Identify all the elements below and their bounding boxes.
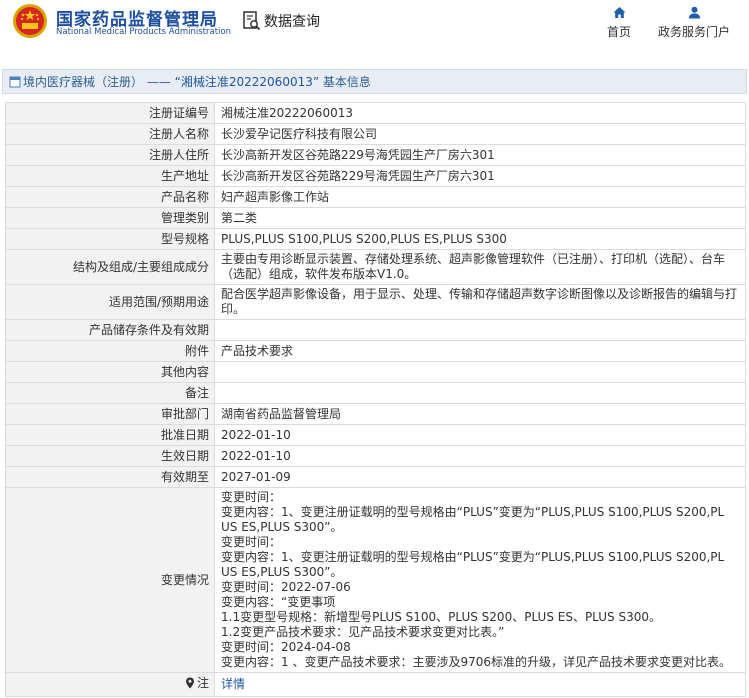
row-key: 注册证编号 [5,102,215,124]
row-key: 管理类别 [5,207,215,229]
map-pin-icon [185,677,194,689]
data-query-label: 数据查询 [264,14,320,30]
table-row: 结构及组成/主要组成成分 主要由专用诊断显示装置、存储处理系统、超声影像管理软件（… [5,249,746,285]
row-value: 配合医学超声影像设备，用于显示、处理、传输和存储超声数字诊断图像以及诊断报告的编… [214,284,746,320]
title-category: 境内医疗器械（注册） [23,75,144,89]
title-separator: —— [143,75,175,89]
row-value: 长沙爱孕记医疗科技有限公司 [214,123,746,145]
record-title-bar: 境内医疗器械（注册） —— “湘械注准20222060013” 基本信息 [2,69,747,94]
row-key: 有效期至 [5,466,215,488]
table-row: 管理类别 第二类 [5,207,746,229]
row-value: 湖南省药品监督管理局 [214,403,746,425]
row-key: 变更情况 [5,487,215,673]
row-value: 主要由专用诊断显示装置、存储处理系统、超声影像管理软件（已注册）、打印机（选配）… [214,249,746,285]
row-key: 注册人名称 [5,123,215,145]
page-icon [9,76,21,87]
national-emblem-icon [13,4,47,38]
table-row: 审批部门 湖南省药品监督管理局 [5,403,746,425]
change-line: 变更时间： [221,535,282,549]
table-row: 批准日期 2022-01-10 [5,424,746,446]
data-query-link[interactable]: 数据查询 [243,10,320,32]
site-header: 国家药品监督管理局 National Medical Products Admi… [0,0,749,54]
table-row: 有效期至 2027-01-09 [5,466,746,488]
change-history: 变更时间： 变更内容：1、变更注册证载明的型号规格由“PLUS”变更为“PLUS… [214,487,746,673]
nav-service-portal-label: 政务服务门户 [657,25,730,39]
row-key-note: 注 [5,672,215,697]
device-detail-table: 注册证编号 湘械注准20222060013 注册人名称 长沙爱孕记医疗科技有限公司 … [5,102,746,697]
row-value: 湘械注准20222060013 [214,102,746,124]
row-key: 结构及组成/主要组成成分 [5,249,215,285]
row-key: 产品储存条件及有效期 [5,319,215,341]
table-row: 备注 [5,382,746,404]
nav-home[interactable]: 首页 [603,6,635,40]
title-reg-number: “湘械注准20222060013” [174,75,320,89]
row-value [214,319,746,341]
row-key: 注册人住所 [5,144,215,166]
table-row: 产品储存条件及有效期 [5,319,746,341]
change-line: 1.2变更产品技术要求：见产品技术要求变更对比表。” [221,625,505,639]
table-row: 注册人住所 长沙高新开发区谷苑路229号海凭园生产厂房六301 [5,144,746,166]
row-value: 长沙高新开发区谷苑路229号海凭园生产厂房六301 [214,144,746,166]
table-row: 型号规格 PLUS,PLUS S100,PLUS S200,PLUS ES,PLU… [5,228,746,250]
site-logo-subtitle: National Medical Products Administration [56,27,231,37]
row-key: 生效日期 [5,445,215,467]
row-value [214,361,746,383]
table-row-note: 注 详情 [5,672,746,697]
note-key: 注 [185,676,209,691]
change-line: 变更时间： [221,490,282,504]
row-value: 产品技术要求 [214,340,746,362]
row-key: 附件 [5,340,215,362]
row-value: 2027-01-09 [214,466,746,488]
change-line: 变更内容：1 、变更产品技术要求：主要涉及9706标准的升级，详见产品技术要求变… [221,655,731,669]
row-value: 2022-01-10 [214,445,746,467]
note-key-label: 注 [196,675,209,690]
row-value: 第二类 [214,207,746,229]
row-value: 2022-01-10 [214,424,746,446]
change-line: 变更时间：2022-07-06 [221,580,351,594]
change-line: 变更内容：“变更事项 [221,595,336,609]
change-line: US ES,PLUS S300”。 [221,565,343,579]
home-icon [613,7,625,18]
row-key: 生产地址 [5,165,215,187]
row-key: 产品名称 [5,186,215,208]
user-icon [688,6,700,19]
table-row: 注册证编号 湘械注准20222060013 [5,102,746,124]
document-search-icon [243,11,261,31]
row-key: 备注 [5,382,215,404]
details-link[interactable]: 详情 [221,677,245,691]
row-key: 批准日期 [5,424,215,446]
nav-home-label: 首页 [606,25,631,39]
table-row: 生产地址 长沙高新开发区谷苑路229号海凭园生产厂房六301 [5,165,746,187]
row-key: 适用范围/预期用途 [5,284,215,320]
change-line: 变更内容：1、变更注册证载明的型号规格由“PLUS”变更为“PLUS,PLUS … [221,505,725,519]
table-row: 注册人名称 长沙爱孕记医疗科技有限公司 [5,123,746,145]
table-row: 产品名称 妇产超声影像工作站 [5,186,746,208]
nav-service-portal[interactable]: 政务服务门户 [655,6,733,40]
row-key: 其他内容 [5,361,215,383]
row-value: 妇产超声影像工作站 [214,186,746,208]
table-row: 适用范围/预期用途 配合医学超声影像设备，用于显示、处理、传输和存储超声数字诊断图… [5,284,746,320]
row-key: 审批部门 [5,403,215,425]
change-line: 变更时间：2024-04-08 [221,640,351,654]
record-title: 境内医疗器械（注册） —— “湘械注准20222060013” 基本信息 [23,73,371,90]
row-value: 长沙高新开发区谷苑路229号海凭园生产厂房六301 [214,165,746,187]
table-row: 生效日期 2022-01-10 [5,445,746,467]
table-row: 其他内容 [5,361,746,383]
table-row: 附件 产品技术要求 [5,340,746,362]
table-row-changes: 变更情况 变更时间： 变更内容：1、变更注册证载明的型号规格由“PLUS”变更为… [5,487,746,673]
row-value-note: 详情 [214,672,746,697]
row-value [214,382,746,404]
change-line: 1.1变更型号规格：新增型号PLUS S100、PLUS S200、PLUS E… [221,610,662,624]
row-value: PLUS,PLUS S100,PLUS S200,PLUS ES,PLUS S3… [214,228,746,250]
change-line: 变更内容：1、变更注册证载明的型号规格由“PLUS”变更为“PLUS,PLUS … [221,550,725,564]
change-line: US ES,PLUS S300”。 [221,520,343,534]
title-suffix: 基本信息 [319,75,371,89]
row-key: 型号规格 [5,228,215,250]
